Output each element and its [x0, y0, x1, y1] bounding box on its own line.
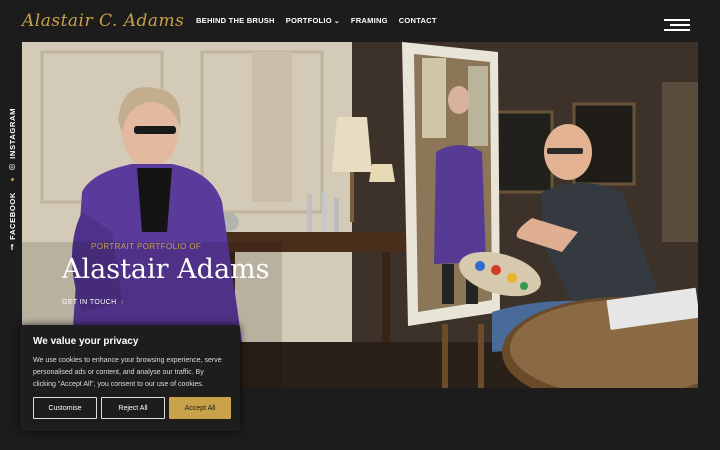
- reject-all-button[interactable]: Reject All: [101, 397, 165, 419]
- accept-all-button[interactable]: Accept All: [169, 397, 231, 419]
- cookie-title: We value your privacy: [33, 336, 139, 347]
- cookie-buttons: Customise Reject All Accept All: [33, 397, 231, 419]
- instagram-link[interactable]: INSTAGRAM ◎: [3, 108, 21, 171]
- site-logo[interactable]: Alastair C. Adams: [22, 11, 184, 31]
- hero-title: Alastair Adams: [62, 254, 270, 285]
- instagram-icon: ◎: [8, 161, 16, 171]
- instagram-label: INSTAGRAM: [7, 108, 17, 159]
- social-links: INSTAGRAM ◎ FACEBOOK f: [3, 108, 21, 258]
- arrow-right-icon: ›: [120, 299, 124, 306]
- cookie-consent-banner: We value your privacy We use cookies to …: [20, 325, 240, 431]
- hero-subtitle: PORTRAIT PORTFOLIO OF: [91, 242, 202, 251]
- customise-button[interactable]: Customise: [33, 397, 97, 419]
- nav-portfolio[interactable]: PORTFOLIO ⌄: [286, 16, 340, 25]
- facebook-label: FACEBOOK: [7, 192, 17, 240]
- facebook-link[interactable]: FACEBOOK f: [3, 192, 21, 252]
- get-in-touch-link[interactable]: GET IN TOUCH ›: [62, 299, 124, 306]
- main-nav: BEHIND THE BRUSH PORTFOLIO ⌄ FRAMING CONT…: [196, 16, 437, 25]
- nav-behind-the-brush[interactable]: BEHIND THE BRUSH: [196, 16, 275, 25]
- hamburger-icon[interactable]: [664, 19, 692, 33]
- nav-contact[interactable]: CONTACT: [399, 16, 437, 25]
- chevron-down-icon: ⌄: [333, 18, 340, 25]
- cookie-text: We use cookies to enhance your browsing …: [33, 357, 222, 388]
- facebook-icon: f: [10, 242, 14, 252]
- nav-framing[interactable]: FRAMING: [351, 16, 388, 25]
- get-in-touch-label: GET IN TOUCH: [62, 299, 117, 306]
- social-divider-dot: [11, 178, 14, 181]
- nav-portfolio-label: PORTFOLIO: [285, 16, 332, 25]
